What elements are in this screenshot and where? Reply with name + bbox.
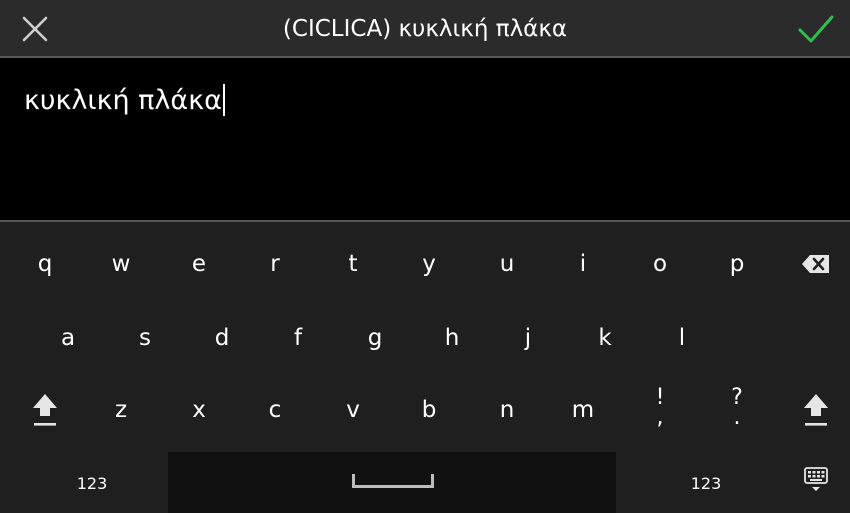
key-a[interactable]: a: [38, 308, 98, 368]
key-s[interactable]: s: [115, 308, 175, 368]
text-input-area[interactable]: κυκλική πλάκα: [0, 60, 850, 220]
shift-icon: [804, 394, 828, 426]
key-z[interactable]: z: [91, 380, 151, 440]
numbers-key-right[interactable]: 123: [676, 454, 736, 513]
key-p[interactable]: p: [707, 234, 767, 294]
space-key[interactable]: [168, 452, 616, 513]
key-comma: ,: [656, 405, 664, 430]
checkmark-icon: [798, 15, 834, 43]
key-c[interactable]: c: [245, 380, 305, 440]
key-x[interactable]: x: [169, 380, 229, 440]
numbers-key-left[interactable]: 123: [62, 454, 122, 513]
on-screen-keyboard: q w e r t y u i o p a s d f g h j k l z …: [0, 222, 850, 513]
key-f[interactable]: f: [268, 308, 328, 368]
shift-key-left[interactable]: [15, 380, 75, 440]
text-input[interactable]: κυκλική πλάκα: [24, 84, 225, 116]
key-b[interactable]: b: [399, 380, 459, 440]
key-e[interactable]: e: [169, 234, 229, 294]
key-o[interactable]: o: [630, 234, 690, 294]
key-w[interactable]: w: [91, 234, 151, 294]
key-u[interactable]: u: [477, 234, 537, 294]
top-bar: (CICLICA) κυκλική πλάκα: [0, 0, 850, 58]
text-cursor: [222, 84, 225, 116]
key-d[interactable]: d: [192, 308, 252, 368]
key-h[interactable]: h: [422, 308, 482, 368]
key-g[interactable]: g: [345, 308, 405, 368]
key-exclamation-comma[interactable]: ! ,: [630, 380, 690, 440]
shift-icon: [33, 394, 57, 426]
backspace-key[interactable]: [786, 234, 846, 294]
key-period: .: [733, 405, 741, 430]
key-i[interactable]: i: [553, 234, 613, 294]
key-v[interactable]: v: [323, 380, 383, 440]
key-t[interactable]: t: [323, 234, 383, 294]
key-m[interactable]: m: [553, 380, 613, 440]
key-n[interactable]: n: [477, 380, 537, 440]
confirm-button[interactable]: [796, 12, 836, 46]
shift-key-right[interactable]: [786, 380, 846, 440]
space-bar-icon: [352, 474, 434, 488]
backspace-icon: [802, 255, 829, 273]
key-question-period[interactable]: ? .: [707, 380, 767, 440]
keyboard-hide-icon: [804, 467, 828, 491]
input-value: κυκλική πλάκα: [24, 85, 222, 116]
key-k[interactable]: k: [575, 308, 635, 368]
key-q[interactable]: q: [15, 234, 75, 294]
key-y[interactable]: y: [399, 234, 459, 294]
page-title: (CICLICA) κυκλική πλάκα: [282, 16, 568, 42]
key-l[interactable]: l: [652, 308, 712, 368]
key-r[interactable]: r: [245, 234, 305, 294]
hide-keyboard-key[interactable]: [786, 454, 846, 513]
key-j[interactable]: j: [498, 308, 558, 368]
